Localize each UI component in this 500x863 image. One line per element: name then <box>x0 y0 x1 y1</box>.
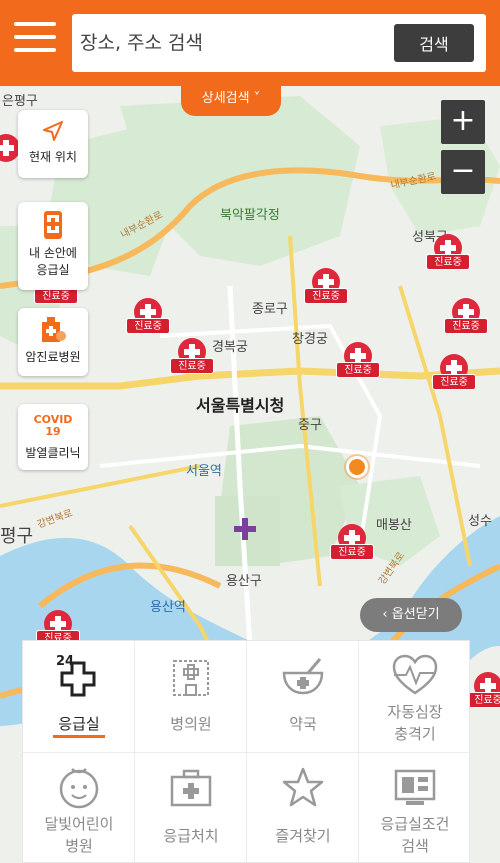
cancer-hospital-icon <box>42 317 66 342</box>
menu-label-2: 충격기 <box>394 725 436 743</box>
my-hand-label-2: 응급실 <box>36 263 70 277</box>
hospital-marker[interactable]: 진료중 <box>426 234 470 278</box>
hospital-marker[interactable]: 진료중 <box>170 338 214 382</box>
menu-label-2: 병원 <box>65 837 93 855</box>
menu-label-1: 응급실조건 <box>380 815 450 833</box>
status-badge: 진료중 <box>426 254 470 270</box>
current-location-button[interactable]: 현재 위치 <box>18 110 88 178</box>
map-label-maebong: 매봉산 <box>376 518 412 533</box>
aed-heart-icon <box>392 654 438 695</box>
menu-aed[interactable]: 자동심장 충격기 <box>359 641 471 753</box>
current-location-dot <box>346 456 368 478</box>
search-button[interactable]: 검색 <box>394 24 474 62</box>
map-label-changgyeong: 창경궁 <box>292 332 328 347</box>
menu-hospital[interactable]: 병의원 <box>135 641 247 753</box>
menu-label-1: 달빛어린이 <box>44 815 114 833</box>
status-badge: 진료중 <box>170 358 214 374</box>
pharmacy-icon <box>282 658 324 695</box>
status-badge: 진료중 <box>444 318 488 334</box>
menu-label: 약국 <box>289 715 317 733</box>
menu-favorites[interactable]: 즐겨찾기 <box>247 753 359 863</box>
hospital-pin-icon <box>0 134 20 162</box>
menu-first-aid[interactable]: 응급처치 <box>135 753 247 863</box>
menu-emergency-room[interactable]: 24 응급실 <box>23 641 135 753</box>
fever-clinic-label: 발열클리닉 <box>25 446 81 460</box>
map-label-city-hall: 서울특별시청 <box>196 396 285 415</box>
map-label-bugak: 북악팔각정 <box>220 208 280 223</box>
hospital-marker[interactable]: 진료중 <box>126 298 170 342</box>
menu-er-condition-search[interactable]: 응급실조건 검색 <box>359 753 471 863</box>
hospital-marker[interactable]: 진료중 <box>336 342 380 386</box>
zoom-out-button[interactable]: − <box>441 150 485 194</box>
menu-label: 즐겨찾기 <box>275 827 331 845</box>
hospital-marker[interactable]: 진료중 <box>304 268 348 312</box>
map-label-pyeonggu: 평구 <box>0 526 34 547</box>
status-badge: 진료중 <box>432 374 476 390</box>
map-label-seoul-station: 서울역 <box>186 464 222 479</box>
menu-line <box>14 22 56 26</box>
menu-label-1: 자동심장 <box>387 703 443 721</box>
map-label-seongsu: 성수 <box>468 514 492 529</box>
status-badge: 진료중 <box>330 544 374 560</box>
hospital-icon <box>173 660 209 696</box>
cancer-hospital-label: 암진료병원 <box>25 350 81 364</box>
status-badge: 진료중 <box>126 318 170 334</box>
search-input[interactable] <box>78 14 378 72</box>
menu-label: 응급실 <box>58 715 100 733</box>
map-label-jongno: 종로구 <box>252 302 288 317</box>
covid-label-2: 19 <box>45 425 61 438</box>
emergency-24-icon: 24 <box>56 654 96 697</box>
menu-line <box>14 48 56 52</box>
menu-line <box>14 35 56 39</box>
hospital-marker[interactable]: 진료중 <box>444 298 488 342</box>
active-underline <box>53 735 105 738</box>
phone-emergency-icon <box>44 211 62 239</box>
map-label-yongsan-station: 용산역 <box>150 600 186 615</box>
navigation-arrow-icon <box>43 121 63 141</box>
status-badge: 진료중 <box>304 288 348 304</box>
map-label-eunpyeong: 은평구 <box>2 94 38 109</box>
covid-label-1: COVID <box>33 413 73 426</box>
menu-label-2: 검색 <box>401 837 429 855</box>
my-hand-label-1: 내 손안에 <box>29 246 77 260</box>
map-label-gyeongbok: 경복궁 <box>212 340 248 355</box>
map-label-yongsan: 용산구 <box>226 574 262 589</box>
menu-label: 병의원 <box>170 715 212 733</box>
menu-moonlight-children-hospital[interactable]: 달빛어린이 병원 <box>23 753 135 863</box>
hospital-marker[interactable]: 진료중 <box>330 524 374 568</box>
search-box: 검색 <box>72 14 486 72</box>
menu-pharmacy[interactable]: 약국 <box>247 641 359 753</box>
menu-label: 응급처치 <box>163 827 219 845</box>
monitor-search-icon <box>394 769 436 805</box>
status-badge: 진료중 <box>34 288 78 304</box>
map-label-jung: 중구 <box>298 418 322 433</box>
current-location-label: 현재 위치 <box>29 150 77 164</box>
fever-clinic-button[interactable]: COVID 19 발열클리닉 <box>18 404 88 470</box>
child-face-icon <box>59 768 99 809</box>
hospital-marker[interactable]: 진료중 <box>466 672 500 716</box>
category-panel: 24 응급실 병의원 약국 자동심장 충격기 달빛어린이 병원 응급처치 즐겨찾… <box>22 640 471 863</box>
hamburger-menu-button[interactable] <box>14 22 56 56</box>
detail-search-tab[interactable]: 상세검색 ˅ <box>181 86 281 116</box>
cancer-hospital-button[interactable]: 암진료병원 <box>18 308 88 376</box>
close-options-button[interactable]: ‹ 옵션닫기 <box>360 598 462 632</box>
first-aid-kit-icon <box>170 769 212 807</box>
top-bar: 검색 <box>0 0 500 86</box>
my-hand-emergency-button[interactable]: 내 손안에 응급실 <box>18 202 88 290</box>
zoom-in-button[interactable]: + <box>441 100 485 144</box>
status-badge: 진료중 <box>336 362 380 378</box>
star-icon <box>282 767 324 807</box>
hospital-marker[interactable]: 진료중 <box>432 354 476 398</box>
status-badge: 진료중 <box>466 692 500 708</box>
